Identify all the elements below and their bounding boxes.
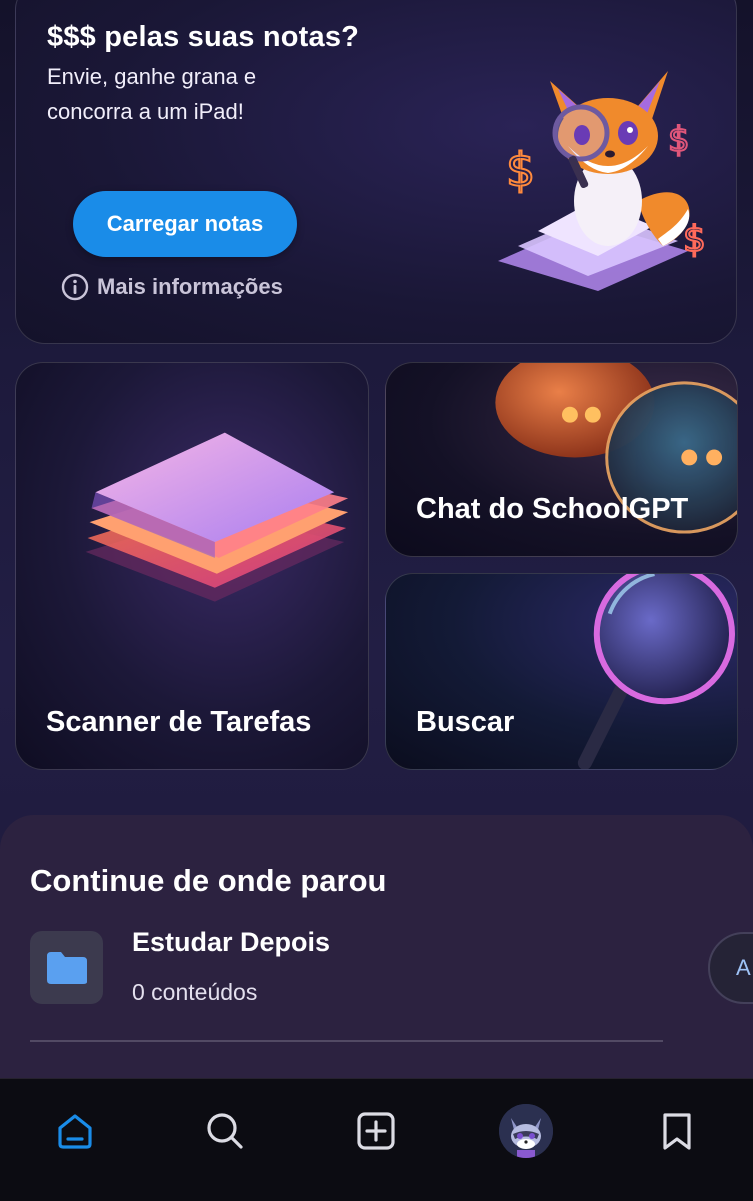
chat-card[interactable]: Chat do SchoolGPT [385,362,738,557]
more-info-label: Mais informações [97,274,283,299]
raccoon-avatar-icon [499,1104,553,1158]
search-icon [207,1113,243,1149]
scanner-label: Scanner de Tarefas [46,706,312,738]
promo-subtitle: Envie, ganhe grana e concorra a um iPad! [47,64,257,124]
fox-mascot-illustration: $ $ $ [498,71,707,291]
home-icon [58,1114,92,1149]
promo-card: $$$ pelas suas notas? Envie, ganhe grana… [15,0,737,344]
search-label: Buscar [416,706,515,738]
item-count: 0 conteúdos [132,979,258,1005]
nav-add[interactable] [346,1101,406,1161]
bottom-navigation [0,1078,753,1201]
nav-bookmarks[interactable] [647,1101,707,1161]
bookmark-icon [663,1113,691,1150]
magnifier-illustration [577,574,735,769]
add-icon [357,1112,395,1150]
chat-label: Chat do SchoolGPT [416,493,689,525]
nav-search[interactable] [195,1101,255,1161]
item-title[interactable]: Estudar Depois [132,927,330,958]
promo-title: $$$ pelas suas notas? [47,21,360,53]
scanner-card[interactable]: Scanner de Tarefas [15,362,369,770]
study-later-item[interactable] [30,931,103,1004]
upload-notes-button[interactable]: Carregar notas [73,191,297,257]
chat-bubbles-illustration [495,363,737,534]
search-card[interactable]: Buscar [385,573,738,770]
svg-text:$: $ [668,120,690,160]
side-pill[interactable]: A [708,932,753,1004]
divider [30,1040,663,1042]
info-icon [61,273,89,301]
nav-profile[interactable] [496,1101,556,1161]
nav-home[interactable] [45,1101,105,1161]
continue-title: Continue de onde parou [30,863,387,898]
avatar [499,1104,553,1158]
folder-icon [46,951,87,984]
more-info-link[interactable]: Mais informações [61,273,283,301]
svg-text:$: $ [506,143,535,197]
continue-section: Continue de onde parou Estudar Depois 0 … [0,815,753,1115]
